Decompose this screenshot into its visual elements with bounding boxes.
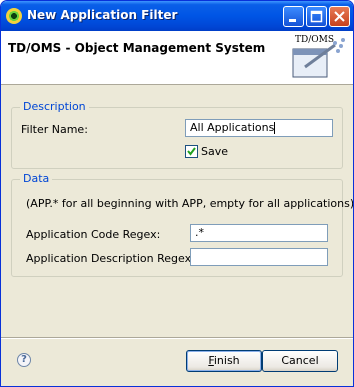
help-icon[interactable]: ?: [17, 353, 31, 367]
description-legend: Description: [20, 100, 89, 113]
close-button[interactable]: [329, 6, 350, 27]
code-regex-label: Application Code Regex:: [26, 228, 161, 241]
filter-name-value: All Applications: [190, 121, 275, 134]
window-title: New Application Filter: [27, 8, 178, 22]
text-cursor: [274, 122, 276, 134]
dialog-window: New Application Filter TD/OMS - Object M…: [0, 0, 354, 387]
app-icon: [6, 8, 22, 24]
header-title: TD/OMS - Object Management System: [8, 41, 266, 55]
desc-regex-input[interactable]: [190, 248, 328, 266]
finish-label: inish: [213, 354, 240, 367]
wizard-header: TD/OMS - Object Management System TD/OMS: [1, 31, 353, 85]
data-legend: Data: [20, 172, 53, 185]
filter-name-label: Filter Name:: [21, 123, 88, 136]
maximize-button[interactable]: [306, 6, 327, 27]
finish-button[interactable]: Finish: [186, 350, 262, 372]
minimize-icon: [289, 19, 296, 22]
code-regex-input[interactable]: .*: [190, 224, 328, 242]
banner-image: TD/OMS: [285, 31, 353, 84]
checkmark-icon: [187, 147, 196, 156]
data-hint: (APP.* for all beginning with APP, empty…: [26, 197, 354, 210]
footer-separator: [1, 337, 353, 339]
desc-regex-label: Application Description Regex:: [26, 252, 195, 265]
save-label[interactable]: Save: [201, 145, 228, 158]
filter-name-input[interactable]: All Applications: [185, 119, 333, 137]
code-regex-value: .*: [195, 226, 204, 239]
description-group: Description: [11, 100, 343, 169]
minimize-button[interactable]: [283, 6, 304, 27]
cancel-button[interactable]: Cancel: [262, 350, 338, 372]
maximize-icon: [310, 10, 323, 23]
title-bar[interactable]: New Application Filter: [1, 1, 353, 31]
save-checkbox[interactable]: [185, 145, 198, 158]
close-icon: [334, 11, 345, 22]
banner-text: TD/OMS: [295, 35, 334, 45]
